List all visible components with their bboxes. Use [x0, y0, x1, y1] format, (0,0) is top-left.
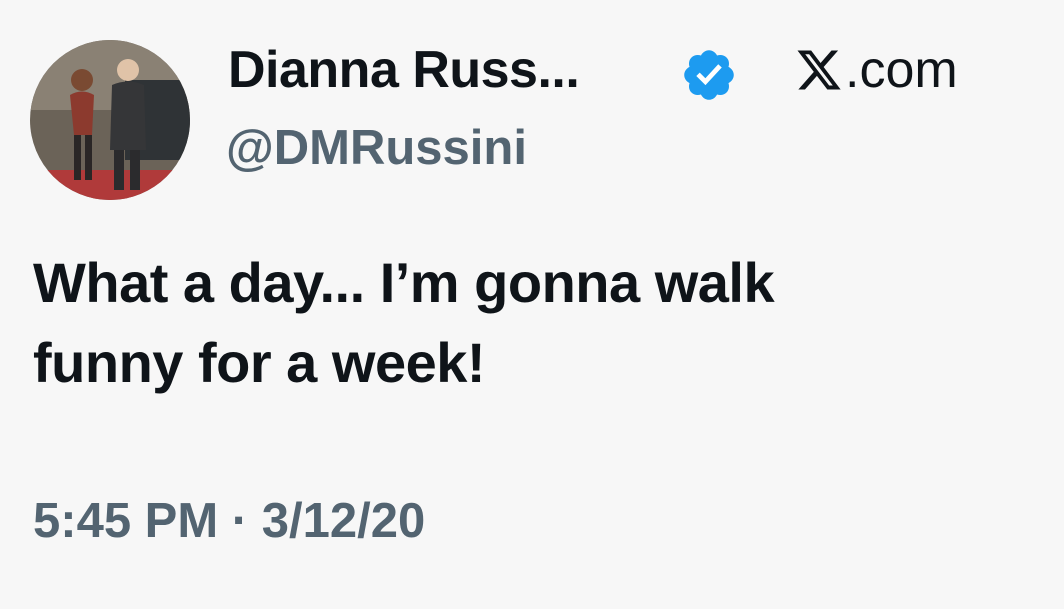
site-domain-text: .com	[845, 41, 958, 99]
site-label[interactable]: .com	[795, 40, 958, 100]
tweet-text: What a day... I’m gonna walk funny for a…	[33, 251, 775, 394]
author-avatar[interactable]	[30, 40, 190, 200]
verified-badge-icon	[684, 50, 734, 100]
author-display-name[interactable]: Dianna Russ...	[228, 40, 580, 100]
avatar-photo	[30, 40, 190, 200]
x-logo-icon	[797, 50, 841, 90]
author-handle[interactable]: @DMRussini	[226, 118, 527, 178]
tweet-card: Dianna Russ... .com @DMRussini What a da…	[0, 0, 1064, 609]
tweet-timestamp[interactable]: 5:45 PM · 3/12/20	[33, 486, 425, 556]
